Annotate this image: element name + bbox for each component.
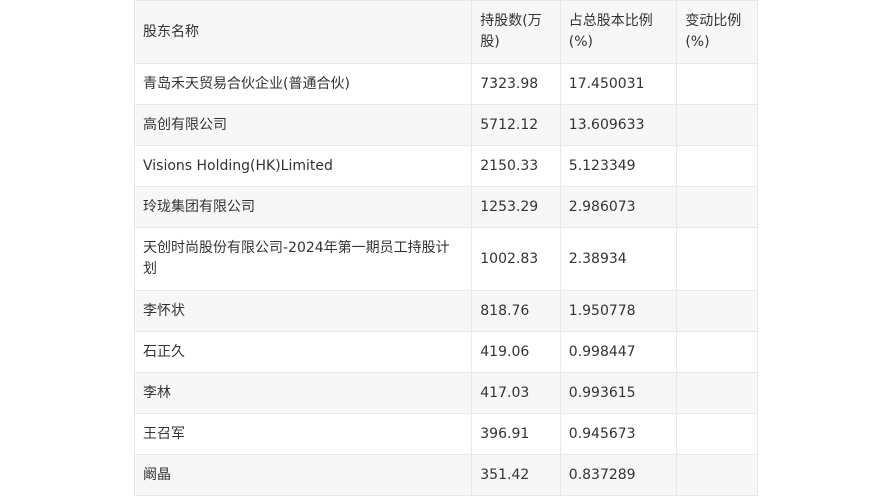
- shares-value: 1002.83: [471, 227, 561, 291]
- shareholders-table: 股东名称 持股数(万股) 占总股本比例(%) 变动比例(%) 青岛禾天贸易合伙企…: [133, 0, 758, 496]
- change-value: [676, 372, 758, 414]
- header-share-ratio: 占总股本比例(%): [559, 0, 678, 64]
- ratio-value: 2.986073: [559, 186, 678, 228]
- change-value: [676, 331, 758, 373]
- ratio-value: 0.945673: [559, 413, 678, 455]
- ratio-value: 2.38934: [559, 227, 678, 291]
- ratio-value: 13.609633: [559, 104, 678, 146]
- shares-value: 396.91: [471, 413, 561, 455]
- ratio-value: 17.450031: [559, 63, 678, 105]
- table-row: 王召军 396.91 0.945673: [133, 413, 758, 455]
- shareholder-name: 李林: [133, 372, 473, 414]
- shareholder-name: 阚晶: [133, 454, 473, 496]
- shareholder-name: 玲珑集团有限公司: [133, 186, 473, 228]
- shareholder-name: 天创时尚股份有限公司-2024年第一期员工持股计划: [133, 227, 473, 291]
- shareholder-name: 李怀状: [133, 290, 473, 332]
- change-value: [676, 290, 758, 332]
- shares-value: 1253.29: [471, 186, 561, 228]
- shares-value: 419.06: [471, 331, 561, 373]
- shares-value: 2150.33: [471, 145, 561, 187]
- shareholder-name: Visions Holding(HK)Limited: [133, 145, 473, 187]
- table-row: 高创有限公司 5712.12 13.609633: [133, 104, 758, 146]
- shares-value: 351.42: [471, 454, 561, 496]
- header-shareholder-name: 股东名称: [133, 0, 473, 64]
- ratio-value: 1.950778: [559, 290, 678, 332]
- shares-value: 7323.98: [471, 63, 561, 105]
- table-row: 青岛禾天贸易合伙企业(普通合伙) 7323.98 17.450031: [133, 63, 758, 105]
- shares-value: 417.03: [471, 372, 561, 414]
- ratio-value: 5.123349: [559, 145, 678, 187]
- table-row: 石正久 419.06 0.998447: [133, 331, 758, 373]
- table-row: 李怀状 818.76 1.950778: [133, 290, 758, 332]
- table-row: 玲珑集团有限公司 1253.29 2.986073: [133, 186, 758, 228]
- change-value: [676, 186, 758, 228]
- change-value: [676, 63, 758, 105]
- change-value: [676, 145, 758, 187]
- ratio-value: 0.993615: [559, 372, 678, 414]
- shares-value: 818.76: [471, 290, 561, 332]
- table-row: 阚晶 351.42 0.837289: [133, 454, 758, 496]
- table-row: Visions Holding(HK)Limited 2150.33 5.123…: [133, 145, 758, 187]
- header-change-ratio: 变动比例(%): [676, 0, 758, 64]
- ratio-value: 0.998447: [559, 331, 678, 373]
- change-value: [676, 454, 758, 496]
- shares-value: 5712.12: [471, 104, 561, 146]
- ratio-value: 0.837289: [559, 454, 678, 496]
- shareholder-name: 王召军: [133, 413, 473, 455]
- table-row: 天创时尚股份有限公司-2024年第一期员工持股计划 1002.83 2.3893…: [133, 227, 758, 291]
- change-value: [676, 104, 758, 146]
- table-header-row: 股东名称 持股数(万股) 占总股本比例(%) 变动比例(%): [133, 0, 758, 64]
- shareholder-name: 石正久: [133, 331, 473, 373]
- change-value: [676, 413, 758, 455]
- table-row: 李林 417.03 0.993615: [133, 372, 758, 414]
- header-shares: 持股数(万股): [471, 0, 561, 64]
- shareholder-name: 青岛禾天贸易合伙企业(普通合伙): [133, 63, 473, 105]
- shareholder-name: 高创有限公司: [133, 104, 473, 146]
- change-value: [676, 227, 758, 291]
